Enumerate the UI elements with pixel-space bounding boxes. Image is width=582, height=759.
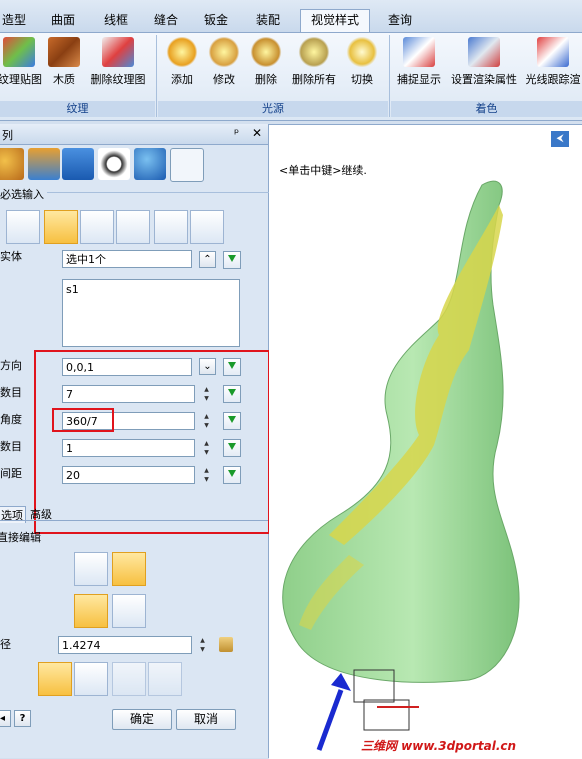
spacing-label: 间距 [0, 467, 22, 480]
tab-divider [0, 520, 268, 521]
render-settings-button[interactable]: 设置渲染属性 [448, 37, 520, 87]
grid-pattern-button-1[interactable] [74, 594, 108, 628]
delete-texture-button[interactable]: 删除纹理图 [86, 37, 150, 87]
tool-glasses-icon[interactable] [98, 148, 130, 180]
fill-pattern-button[interactable] [190, 210, 224, 244]
list-item[interactable]: s1 [66, 283, 79, 296]
panel-header: 列 ᵖ ✕ [0, 124, 268, 145]
vase-model[interactable] [269, 125, 582, 759]
direction-label: 方向 [0, 359, 22, 372]
tab-sheetmetal[interactable]: 钣金 [200, 10, 232, 32]
variable-pattern-button[interactable] [116, 210, 150, 244]
delete-all-lights-icon [298, 37, 330, 67]
help-icon[interactable]: ? [14, 710, 31, 727]
group-title-light: 光源 [158, 101, 388, 117]
angle-highlight-box [52, 408, 114, 432]
bounding-box [363, 699, 410, 731]
required-input-label: 必选输入 [0, 186, 47, 202]
panel-title: 列 [2, 129, 13, 142]
tool-sphere-icon[interactable] [134, 148, 166, 180]
chevron-up-icon[interactable]: ⌃ [199, 251, 216, 268]
toggle-light-icon [346, 37, 378, 67]
tab-modeling[interactable]: 造型 [0, 10, 28, 32]
group-title-texture: 纹理 [0, 101, 155, 117]
ok-button[interactable]: 确定 [112, 709, 172, 730]
z-axis-arrowhead [331, 673, 351, 691]
tab-assembly[interactable]: 装配 [252, 10, 284, 32]
capture-display-button[interactable]: 捕捉显示 [394, 37, 444, 87]
modify-light-button[interactable]: 修改 [208, 37, 240, 87]
tab-visual-style[interactable]: 视觉样式 [300, 9, 370, 32]
group-title-shading: 着色 [391, 101, 582, 117]
watermark: 三维网 www.3dportal.cn [361, 739, 517, 753]
pin-icon[interactable]: ᵖ [234, 126, 239, 140]
render-settings-icon [468, 37, 500, 67]
disabled-option-button-1 [112, 662, 146, 696]
tool-palette-icon[interactable] [0, 148, 24, 180]
3d-viewport[interactable]: <单击中键>继续. ⮜ 三维网 www.3dportal.cn [269, 124, 582, 759]
ray-trace-icon [537, 37, 569, 67]
confirm-down-arrow-icon[interactable] [223, 251, 241, 269]
toggle-light-button[interactable]: 切换 [346, 37, 378, 87]
prev-arrow-icon[interactable]: ◂ [0, 710, 11, 727]
entity-list-box[interactable]: s1 [62, 279, 240, 347]
capture-display-icon [403, 37, 435, 67]
ribbon: 纹理贴图 木质 删除纹理图 纹理 添加 修改 删除 删除所有 切换 光源 捕捉显… [0, 33, 582, 121]
tool-stamp-icon[interactable] [28, 148, 60, 180]
group-divider [156, 35, 157, 117]
delete-light-icon [250, 37, 282, 67]
tab-surface[interactable]: 曲面 [48, 10, 78, 32]
ribbon-tab-strip: 造型 曲面 线框 缝合 钣金 装配 视觉样式 查询 [0, 0, 582, 33]
ray-trace-render-button[interactable]: 光线跟踪渲 [524, 37, 582, 87]
texture-map-button[interactable]: 纹理贴图 [0, 37, 42, 87]
entity-field[interactable]: 选中1个 [62, 250, 192, 268]
group-divider [389, 35, 390, 117]
angle-label: 角度 [0, 413, 22, 426]
cancel-button[interactable]: 取消 [176, 709, 236, 730]
tab-stitch[interactable]: 缝合 [150, 10, 182, 32]
diameter-spinner[interactable]: ▲ ▼ [197, 636, 208, 654]
count2-label: 数目 [0, 440, 22, 453]
wood-texture-button[interactable]: 木质 [48, 37, 80, 87]
direct-edit-label: 直接编辑 [0, 531, 41, 544]
option-toggle-button-2[interactable] [112, 552, 146, 586]
count-label: 数目 [0, 386, 22, 399]
circular-pattern-button[interactable] [44, 210, 78, 244]
tab-wireframe[interactable]: 线框 [100, 10, 132, 32]
option-toggle-button-1[interactable] [74, 552, 108, 586]
add-light-button[interactable]: 添加 [166, 37, 198, 87]
highlight-box [34, 350, 270, 534]
diameter-field[interactable]: 1.4274 [58, 636, 192, 654]
delete-all-lights-button[interactable]: 删除所有 [288, 37, 340, 87]
geometry-pattern-button[interactable] [38, 662, 72, 696]
close-icon[interactable]: ✕ [252, 126, 262, 140]
texture-map-icon [3, 37, 35, 67]
delete-light-button[interactable]: 删除 [250, 37, 282, 87]
tool-layers-icon[interactable] [62, 148, 94, 180]
disabled-option-button-2 [148, 662, 182, 696]
lock-icon[interactable] [219, 637, 233, 652]
grid-pattern-button-2[interactable] [112, 594, 146, 628]
feature-pattern-button[interactable] [74, 662, 108, 696]
diameter-label: 径 [0, 638, 11, 651]
linear-pattern-button[interactable] [6, 210, 40, 244]
tab-query[interactable]: 查询 [384, 10, 416, 32]
add-light-icon [166, 37, 198, 67]
curve-pattern-button[interactable] [80, 210, 114, 244]
surface-pattern-button[interactable] [154, 210, 188, 244]
modify-light-icon [208, 37, 240, 67]
feature-panel: 列 ᵖ ✕ 必选输入 实体 选中1个 ⌃ s1 方向 0,0,1 ⌄ 数目 7 … [0, 124, 272, 758]
entity-label: 实体 [0, 250, 22, 263]
z-axis-arrow [316, 689, 344, 751]
delete-texture-icon [102, 37, 134, 67]
wood-texture-icon [48, 37, 80, 67]
tool-pattern-icon[interactable] [170, 148, 204, 182]
